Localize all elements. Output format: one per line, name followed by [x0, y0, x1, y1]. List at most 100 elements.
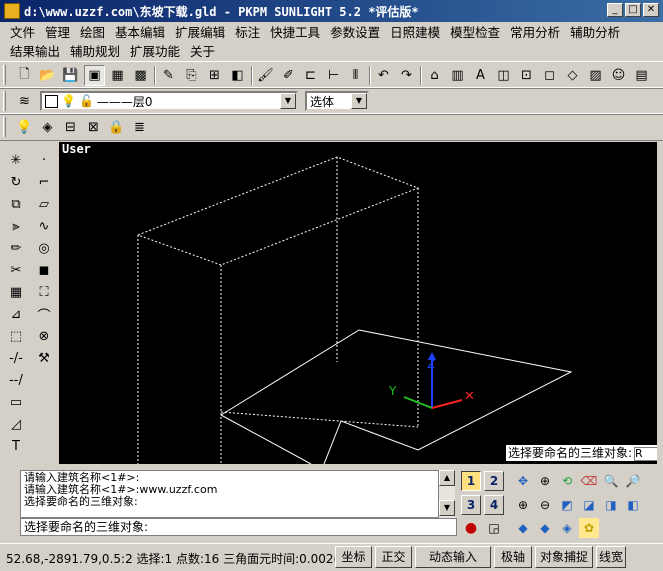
menu-common-analysis[interactable]: 常用分析 — [505, 23, 565, 42]
grid-edit-icon[interactable]: ⊞ — [204, 65, 225, 86]
break-icon[interactable]: -/- — [5, 348, 27, 368]
command-scrollbar[interactable]: ▲ ▼ — [438, 470, 455, 518]
menu-manage[interactable]: 管理 — [40, 23, 75, 42]
text-style-icon[interactable]: A — [470, 65, 491, 86]
rotate-icon[interactable]: ↻ — [5, 172, 27, 192]
layer-combo[interactable]: 💡 🔓 ———层0 ▼ — [40, 91, 298, 111]
lineweight-toggle[interactable]: 线宽 — [596, 546, 626, 568]
layer-merge-icon[interactable]: ≣ — [129, 117, 150, 138]
render-view-icon[interactable]: ▣ — [84, 65, 105, 86]
zoom-extents-icon[interactable]: ⊕ — [535, 471, 555, 491]
binoculars-icon[interactable]: ⊗ — [33, 326, 55, 346]
array-icon[interactable]: ▦ — [5, 282, 27, 302]
left-view-icon[interactable]: ◨ — [601, 495, 621, 515]
block-icon[interactable]: ◧ — [227, 65, 248, 86]
ortho-toggle[interactable]: 正交 — [375, 546, 412, 568]
image-icon[interactable]: ▨ — [585, 65, 606, 86]
record-icon[interactable]: ● — [461, 518, 481, 538]
frame-icon[interactable]: ▭ — [5, 392, 27, 412]
align-icon[interactable]: ⊏ — [300, 65, 321, 86]
menu-aux-analysis[interactable]: 辅助分析 — [565, 23, 625, 42]
edit-text-icon[interactable]: ✐ — [278, 65, 299, 86]
menu-basic-edit[interactable]: 基本编辑 — [110, 23, 170, 42]
menu-model-check[interactable]: 模型检查 — [445, 23, 505, 42]
extend-icon[interactable]: --/ — [5, 370, 27, 390]
zoom-previous-icon[interactable]: 🔎 — [623, 471, 643, 491]
mirror-icon[interactable]: ⫸ — [5, 216, 27, 236]
view-3-button[interactable]: 3 — [461, 495, 481, 515]
copy-icon[interactable]: ⧉ — [5, 194, 27, 214]
arc-icon[interactable]: ⌒ — [33, 304, 55, 324]
menu-draw[interactable]: 绘图 — [75, 23, 110, 42]
polar-toggle[interactable]: 极轴 — [494, 546, 532, 568]
pencil-icon[interactable]: ✏ — [5, 238, 27, 258]
front-view-icon[interactable]: ◪ — [579, 495, 599, 515]
layer-state-icon[interactable]: ⊠ — [83, 117, 104, 138]
right-view-icon[interactable]: ◧ — [623, 495, 643, 515]
layer-stack-icon[interactable]: ◈ — [37, 117, 58, 138]
menu-file[interactable]: 文件 — [5, 23, 40, 42]
user-icon[interactable]: ☺ — [608, 65, 629, 86]
menu-extensions[interactable]: 扩展功能 — [125, 42, 185, 61]
explode-icon[interactable]: ✳ — [5, 150, 27, 170]
menu-annotate[interactable]: 标注 — [230, 23, 265, 42]
iso-se-icon[interactable]: ◆ — [535, 518, 555, 538]
point-icon[interactable]: · — [33, 150, 55, 170]
copy-props-icon[interactable]: ⎘ — [181, 65, 202, 86]
view-1-button[interactable]: 1 — [461, 471, 481, 491]
iso-sw-icon[interactable]: ◆ — [513, 518, 533, 538]
view-4-button[interactable]: 4 — [484, 495, 504, 515]
brush-icon[interactable]: 🖌 — [255, 65, 276, 86]
menu-output[interactable]: 结果输出 — [5, 42, 65, 61]
layer-lock-icon[interactable]: 🔒 — [106, 117, 127, 138]
minimize-button[interactable]: _ — [607, 3, 623, 17]
render-icon[interactable]: ✿ — [579, 518, 599, 538]
zoom-in-icon[interactable]: ⊕ — [513, 495, 533, 515]
menu-extended-edit[interactable]: 扩展编辑 — [170, 23, 230, 42]
iso-ne-icon[interactable]: ◈ — [557, 518, 577, 538]
menu-aux-planning[interactable]: 辅助规划 — [65, 42, 125, 61]
orbit-icon[interactable]: ⟲ — [557, 471, 577, 491]
columns-icon[interactable]: ⫴ — [345, 65, 366, 86]
zoom-realtime-icon[interactable]: 🔍 — [601, 471, 621, 491]
coordinates-toggle[interactable]: 坐标 — [335, 546, 372, 568]
close-button[interactable]: ✕ — [643, 3, 659, 17]
box-icon[interactable]: ◼ — [33, 260, 55, 280]
view-2-button[interactable]: 2 — [484, 471, 504, 491]
text-icon[interactable]: T — [5, 436, 27, 456]
undo-icon[interactable]: ↶ — [373, 65, 394, 86]
drawing-viewport[interactable]: User Z Y ✕ 选择要命名的三维对象: R — [59, 142, 657, 464]
scroll-down-icon[interactable]: ▼ — [439, 500, 455, 516]
trim-icon[interactable]: ✂ — [5, 260, 27, 280]
chevron-down-icon[interactable]: ▼ — [351, 93, 367, 109]
object-snap-toggle[interactable]: 对象捕捉 — [535, 546, 593, 568]
tower-icon[interactable]: ▥ — [447, 65, 468, 86]
scroll-up-icon[interactable]: ▲ — [439, 470, 455, 486]
dimension-icon[interactable]: ⊢ — [323, 65, 344, 86]
polyline-icon[interactable]: ⌐ — [33, 172, 55, 192]
match-props-icon[interactable]: ✎ — [158, 65, 179, 86]
window-zoom-icon[interactable]: ◲ — [484, 518, 504, 538]
dynamic-input-toggle[interactable]: 动态输入 — [415, 546, 491, 568]
rectangle-select-icon[interactable]: ⬚ — [5, 326, 27, 346]
chevron-down-icon[interactable]: ▼ — [280, 93, 296, 109]
spline-icon[interactable]: ∿ — [33, 216, 55, 236]
building-icon[interactable]: ⌂ — [424, 65, 445, 86]
measure-icon[interactable]: ⚒ — [33, 348, 55, 368]
prompt-tooltip-input[interactable]: R — [634, 446, 657, 461]
layer-manager-icon[interactable]: ⊟ — [60, 117, 81, 138]
app-icon[interactable] — [4, 3, 20, 19]
save-icon[interactable]: 💾 — [60, 65, 81, 86]
open-folder-icon[interactable]: 📂 — [37, 65, 58, 86]
menu-settings[interactable]: 参数设置 — [325, 23, 385, 42]
window-icon[interactable]: ◫ — [493, 65, 514, 86]
table-icon[interactable]: ▦ — [107, 65, 128, 86]
rect-icon[interactable]: ▱ — [33, 194, 55, 214]
zoom-out-icon[interactable]: ⊖ — [535, 495, 555, 515]
menu-sunlight-model[interactable]: 日照建模 — [385, 23, 445, 42]
hatch-icon[interactable]: ⛶ — [33, 282, 55, 302]
redo-icon[interactable]: ↷ — [396, 65, 417, 86]
select-icon[interactable]: ◻ — [539, 65, 560, 86]
palette-icon[interactable]: ▤ — [631, 65, 652, 86]
layers-icon[interactable]: ≋ — [14, 91, 35, 112]
